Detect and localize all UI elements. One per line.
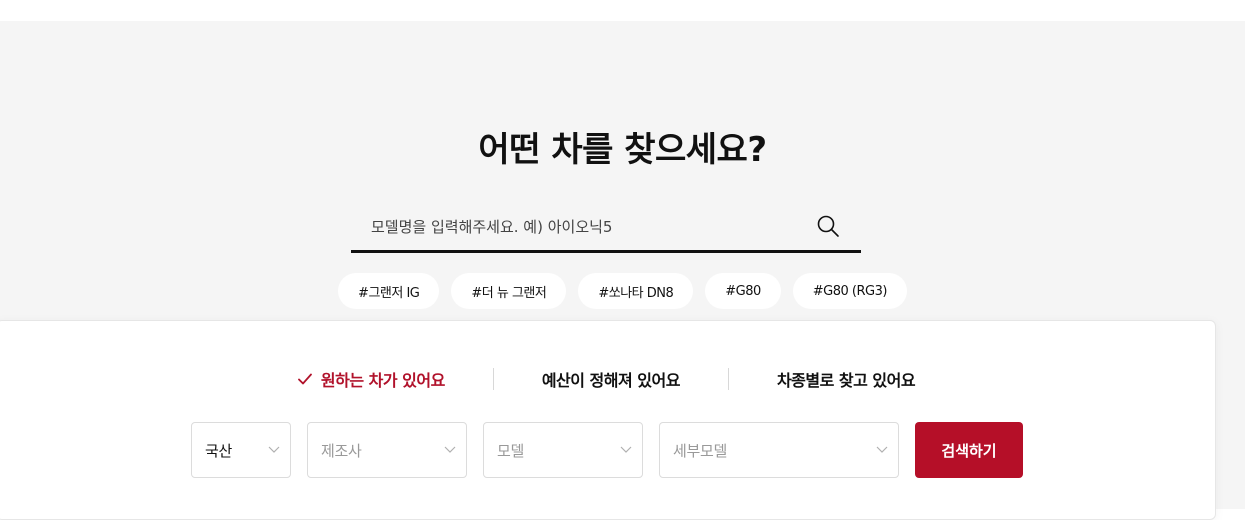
maker-select-placeholder: 제조사	[321, 441, 362, 460]
tab-budget[interactable]: 예산이 정해져 있어요	[494, 367, 728, 391]
tag-chip[interactable]: #G80 (RG3)	[792, 273, 907, 309]
tag-chip[interactable]: #G80	[705, 273, 781, 309]
detail-model-select[interactable]: 세부모델	[659, 422, 899, 478]
tab-car-type[interactable]: 차종별로 찾고 있어요	[729, 367, 963, 391]
search-button[interactable]	[813, 211, 843, 241]
search-icon	[817, 215, 839, 237]
model-select-placeholder: 모델	[497, 441, 525, 460]
model-select[interactable]: 모델	[483, 422, 643, 478]
popular-tags: #그랜저 IG #더 뉴 그랜저 #쏘나타 DN8 #G80 #G80 (RG3…	[0, 273, 1245, 309]
maker-select[interactable]: 제조사	[307, 422, 467, 478]
chevron-down-icon	[268, 446, 280, 453]
page-title: 어떤 차를 찾으세요?	[478, 130, 767, 170]
search-mode-tabs: 원하는 차가 있어요 예산이 정해져 있어요 차종별로 찾고 있어요	[0, 365, 1215, 393]
chevron-down-icon	[876, 446, 888, 453]
chevron-down-icon	[620, 446, 632, 453]
chevron-down-icon	[444, 446, 456, 453]
tab-want-car[interactable]: 원하는 차가 있어요	[249, 367, 493, 391]
tab-label: 원하는 차가 있어요	[320, 371, 445, 390]
origin-select-value: 국산	[205, 441, 233, 460]
origin-select[interactable]: 국산	[191, 422, 291, 478]
tag-chip[interactable]: #그랜저 IG	[338, 273, 440, 309]
filter-row: 국산 제조사 모델 세부모델 검색하기	[191, 422, 1023, 478]
search-input[interactable]	[371, 213, 791, 241]
search-box	[351, 205, 861, 253]
tab-label: 예산이 정해져 있어요	[541, 371, 681, 390]
search-submit-button[interactable]: 검색하기	[915, 422, 1023, 478]
tag-chip[interactable]: #쏘나타 DN8	[578, 273, 694, 309]
detail-model-select-placeholder: 세부모델	[673, 441, 728, 460]
tab-label: 차종별로 찾고 있어요	[776, 371, 916, 390]
top-strip	[0, 0, 1245, 21]
search-options-card: 원하는 차가 있어요 예산이 정해져 있어요 차종별로 찾고 있어요 국산 제조…	[0, 320, 1216, 520]
tag-chip[interactable]: #더 뉴 그랜저	[451, 273, 567, 309]
check-icon	[298, 373, 312, 385]
